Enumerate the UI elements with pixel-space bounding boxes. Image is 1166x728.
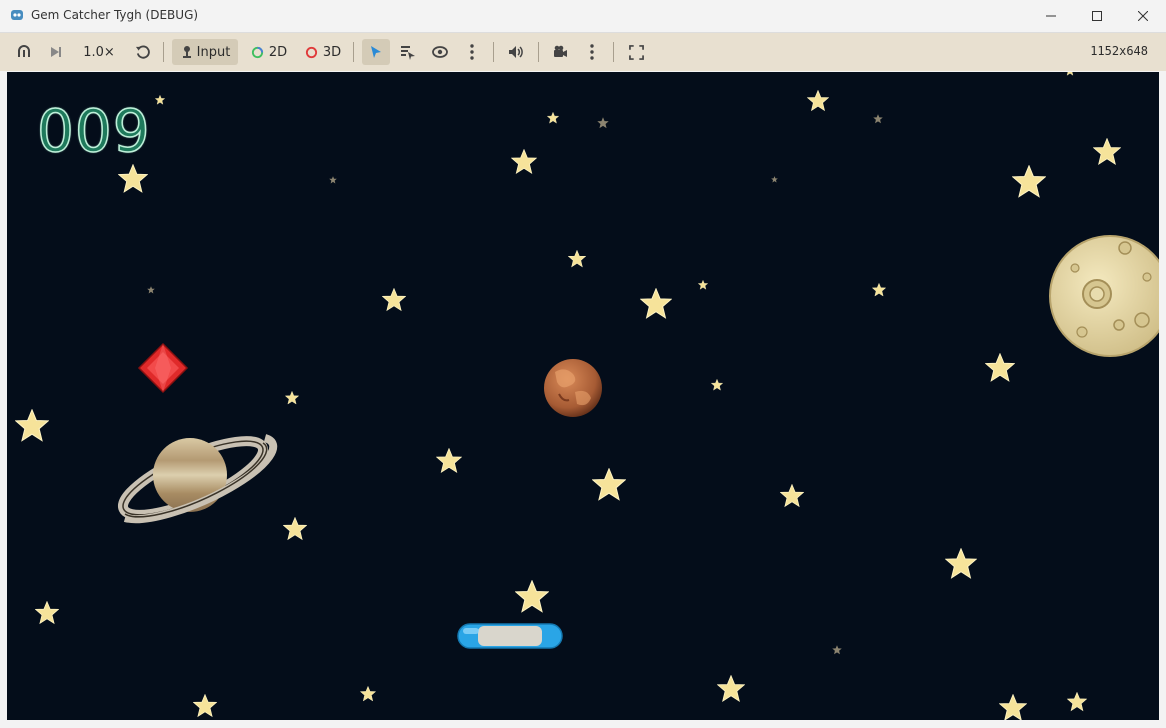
star bbox=[436, 448, 462, 473]
star bbox=[592, 468, 626, 501]
eye-icon bbox=[432, 46, 448, 58]
saturn-planet bbox=[117, 434, 278, 524]
minimize-button[interactable] bbox=[1028, 0, 1074, 32]
mars-planet bbox=[544, 359, 602, 417]
toolbar-separator bbox=[353, 42, 354, 62]
pause-game-icon bbox=[18, 45, 30, 57]
minimize-icon bbox=[1046, 15, 1056, 17]
toolbar-separator bbox=[613, 42, 614, 62]
star bbox=[698, 280, 708, 290]
star bbox=[547, 112, 559, 124]
star bbox=[807, 90, 829, 111]
game-scene bbox=[15, 72, 1159, 720]
3d-ring-icon bbox=[305, 46, 317, 58]
star bbox=[780, 484, 804, 507]
dim-star bbox=[771, 176, 778, 183]
close-icon bbox=[1138, 11, 1148, 21]
select-options-menu[interactable] bbox=[462, 33, 482, 71]
camera-options-menu[interactable] bbox=[582, 33, 602, 71]
toolbar-separator bbox=[538, 42, 539, 62]
player-paddle bbox=[457, 623, 563, 649]
resolution-label: 1152x648 bbox=[1090, 44, 1148, 58]
reset-icon bbox=[135, 45, 150, 59]
dim-star bbox=[873, 114, 883, 124]
star bbox=[515, 580, 549, 613]
vertical-dots-icon bbox=[590, 44, 594, 60]
star bbox=[382, 288, 406, 311]
star bbox=[360, 686, 376, 702]
star bbox=[155, 95, 165, 105]
star bbox=[945, 548, 977, 579]
window-titlebar: Gem Catcher Tygh (DEBUG) bbox=[0, 0, 1166, 32]
godot-icon bbox=[11, 10, 23, 20]
game-viewport[interactable]: 009 bbox=[7, 72, 1159, 720]
star bbox=[999, 694, 1027, 720]
dim-star bbox=[147, 286, 155, 294]
moon bbox=[1049, 235, 1159, 357]
input-toggle-button[interactable]: Input bbox=[172, 39, 238, 65]
star bbox=[872, 283, 886, 297]
star bbox=[1093, 138, 1121, 165]
star bbox=[568, 250, 586, 268]
dim-star bbox=[597, 117, 609, 129]
joystick-icon bbox=[182, 46, 191, 58]
star bbox=[717, 675, 745, 702]
speaker-icon bbox=[509, 46, 523, 58]
embed-fullscreen-button[interactable] bbox=[624, 33, 648, 71]
dim-star bbox=[832, 645, 842, 655]
dim-star bbox=[329, 176, 337, 184]
maximize-icon bbox=[1092, 11, 1102, 21]
star bbox=[1012, 165, 1046, 198]
suspend-button[interactable] bbox=[12, 33, 36, 71]
red-gem bbox=[137, 342, 189, 394]
star bbox=[640, 288, 672, 319]
input-label: Input bbox=[196, 44, 231, 60]
3d-label: 3D bbox=[322, 44, 342, 60]
next-frame-icon bbox=[51, 47, 61, 57]
star bbox=[283, 517, 307, 540]
star bbox=[711, 379, 723, 391]
score-label: 009 bbox=[36, 97, 151, 165]
camera-icon bbox=[554, 45, 567, 57]
debug-toolbar: 1.0× Input 2D 3D 1152x648 bbox=[0, 32, 1166, 71]
select-mode-button[interactable] bbox=[362, 39, 390, 65]
3d-toggle-button[interactable]: 3D bbox=[300, 33, 346, 71]
visibility-button[interactable] bbox=[428, 33, 452, 71]
star bbox=[35, 601, 59, 624]
camera-override-button[interactable] bbox=[548, 33, 572, 71]
mute-button[interactable] bbox=[504, 33, 528, 71]
maximize-button[interactable] bbox=[1074, 0, 1120, 32]
2d-toggle-button[interactable]: 2D bbox=[246, 33, 292, 71]
star bbox=[985, 353, 1015, 382]
star bbox=[285, 391, 299, 405]
vertical-dots-icon bbox=[470, 44, 474, 60]
list-cursor-icon bbox=[401, 46, 415, 60]
fullscreen-icon bbox=[628, 44, 644, 60]
2d-ring-icon bbox=[251, 46, 263, 58]
reset-speed-button[interactable] bbox=[130, 33, 154, 71]
toolbar-separator bbox=[493, 42, 494, 62]
speed-selector[interactable]: 1.0× bbox=[80, 33, 118, 71]
star bbox=[118, 164, 148, 193]
next-frame-button[interactable] bbox=[44, 33, 68, 71]
star bbox=[193, 694, 217, 717]
window-title: Gem Catcher Tygh (DEBUG) bbox=[31, 8, 199, 22]
star bbox=[511, 149, 537, 174]
toolbar-separator bbox=[163, 42, 164, 62]
star bbox=[1067, 692, 1087, 711]
close-button[interactable] bbox=[1120, 0, 1166, 32]
star bbox=[15, 409, 49, 442]
star bbox=[1065, 72, 1075, 76]
list-select-button[interactable] bbox=[396, 33, 420, 71]
cursor-icon bbox=[371, 46, 381, 58]
2d-label: 2D bbox=[268, 44, 288, 60]
